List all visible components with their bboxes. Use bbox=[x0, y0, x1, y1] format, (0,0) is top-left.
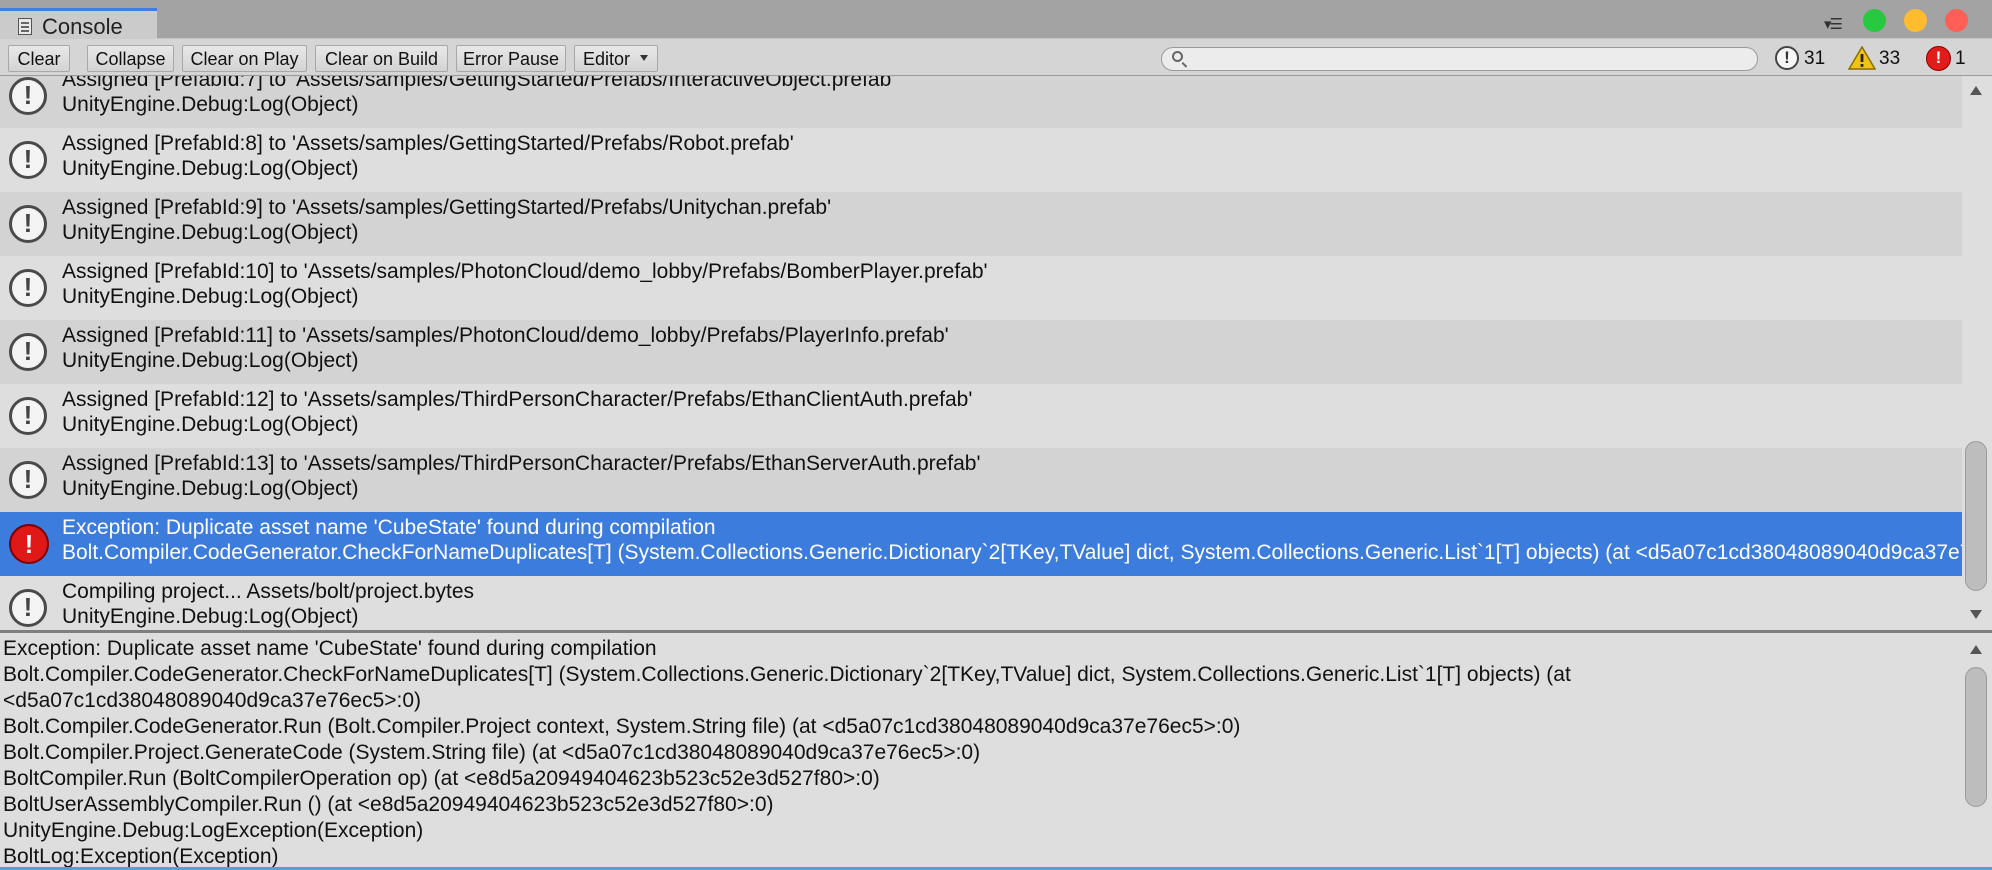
log-message: Assigned [PrefabId:8] to 'Assets/samples… bbox=[62, 132, 794, 155]
info-icon: ! bbox=[9, 589, 47, 627]
warning-count-toggle[interactable]: 33 bbox=[1848, 44, 1914, 74]
log-message: Compiling project... Assets/bolt/project… bbox=[62, 580, 475, 603]
info-icon: ! bbox=[9, 77, 47, 115]
info-icon: ! bbox=[9, 397, 47, 435]
tab-console[interactable]: Console bbox=[0, 8, 157, 39]
search-icon bbox=[1172, 51, 1183, 62]
search-input[interactable] bbox=[1192, 48, 1742, 70]
log-stacktrace: UnityEngine.Debug:Log(Object) bbox=[62, 221, 359, 244]
editor-dropdown-label: Editor bbox=[583, 49, 631, 69]
search-field[interactable] bbox=[1161, 47, 1758, 71]
log-stacktrace: UnityEngine.Debug:Log(Object) bbox=[62, 285, 359, 308]
console-icon bbox=[18, 18, 32, 35]
log-entry[interactable]: ! Compiling project... Assets/bolt/proje… bbox=[0, 576, 1962, 630]
log-stacktrace: Bolt.Compiler.CodeGenerator.CheckForName… bbox=[62, 541, 1962, 564]
detail-line: Exception: Duplicate asset name 'CubeSta… bbox=[3, 637, 657, 660]
info-icon: ! bbox=[9, 141, 47, 179]
title-bar: Console ▾☰ bbox=[0, 0, 1992, 39]
detail-line: Bolt.Compiler.CodeGenerator.CheckForName… bbox=[3, 663, 1571, 686]
minimize-button[interactable] bbox=[1904, 9, 1927, 32]
detail-line: Bolt.Compiler.CodeGenerator.Run (Bolt.Co… bbox=[3, 715, 1241, 738]
window-menu-icon[interactable]: ▾☰ bbox=[1824, 15, 1843, 33]
log-stacktrace: UnityEngine.Debug:Log(Object) bbox=[62, 413, 359, 436]
scrollbar-thumb[interactable] bbox=[1965, 441, 1987, 591]
log-message: Assigned [PrefabId:9] to 'Assets/samples… bbox=[62, 196, 832, 219]
log-entry[interactable]: ! Assigned [PrefabId:13] to 'Assets/samp… bbox=[0, 448, 1962, 512]
zoom-button[interactable] bbox=[1863, 9, 1886, 32]
log-list: ! Assigned [PrefabId:7] to 'Assets/sampl… bbox=[0, 76, 1962, 630]
detail-scrollbar[interactable] bbox=[1962, 633, 1992, 867]
log-message: Exception: Duplicate asset name 'CubeSta… bbox=[62, 516, 716, 539]
info-icon: ! bbox=[9, 269, 47, 307]
collapse-toggle[interactable]: Collapse bbox=[87, 45, 174, 72]
detail-line: Bolt.Compiler.Project.GenerateCode (Syst… bbox=[3, 741, 981, 764]
info-icon: ! bbox=[1775, 46, 1799, 70]
log-message: Assigned [PrefabId:7] to 'Assets/samples… bbox=[62, 76, 896, 91]
info-icon: ! bbox=[9, 205, 47, 243]
editor-dropdown[interactable]: Editor bbox=[574, 45, 658, 72]
clear-on-build-toggle[interactable]: Clear on Build bbox=[315, 45, 448, 72]
log-message: Assigned [PrefabId:12] to 'Assets/sample… bbox=[62, 388, 973, 411]
detail-line: UnityEngine.Debug:LogException(Exception… bbox=[3, 819, 424, 842]
close-button[interactable] bbox=[1945, 9, 1968, 32]
log-entry[interactable]: ! Assigned [PrefabId:9] to 'Assets/sampl… bbox=[0, 192, 1962, 256]
detail-line: BoltLog:Exception(Exception) bbox=[3, 845, 279, 868]
log-message: Assigned [PrefabId:11] to 'Assets/sample… bbox=[62, 324, 949, 347]
scroll-up-arrow-icon[interactable] bbox=[1970, 86, 1982, 95]
log-stacktrace: UnityEngine.Debug:Log(Object) bbox=[62, 349, 359, 372]
detail-line: <d5a07c1cd38048089040d9ca37e76ec5>:0) bbox=[3, 689, 422, 712]
log-entry-selected[interactable]: ! Exception: Duplicate asset name 'CubeS… bbox=[0, 512, 1962, 576]
scroll-up-arrow-icon[interactable] bbox=[1970, 645, 1982, 654]
clear-button[interactable]: Clear bbox=[8, 45, 70, 72]
info-icon: ! bbox=[9, 333, 47, 371]
clear-on-play-toggle[interactable]: Clear on Play bbox=[182, 45, 307, 72]
log-entry[interactable]: ! Assigned [PrefabId:8] to 'Assets/sampl… bbox=[0, 128, 1962, 192]
scroll-down-arrow-icon[interactable] bbox=[1970, 610, 1982, 619]
log-message: Assigned [PrefabId:10] to 'Assets/sample… bbox=[62, 260, 988, 283]
log-stacktrace: UnityEngine.Debug:Log(Object) bbox=[62, 477, 359, 500]
log-entry[interactable]: ! Assigned [PrefabId:11] to 'Assets/samp… bbox=[0, 320, 1962, 384]
detail-line: BoltCompiler.Run (BoltCompilerOperation … bbox=[3, 767, 880, 790]
detail-line: BoltUserAssemblyCompiler.Run () (at <e8d… bbox=[3, 793, 774, 816]
error-count-toggle[interactable]: ! 1 bbox=[1924, 44, 1974, 74]
log-stacktrace: UnityEngine.Debug:Log(Object) bbox=[62, 157, 359, 180]
info-count: 31 bbox=[1804, 48, 1826, 69]
log-entry[interactable]: ! Assigned [PrefabId:10] to 'Assets/samp… bbox=[0, 256, 1962, 320]
error-icon: ! bbox=[1926, 46, 1951, 71]
log-stacktrace: UnityEngine.Debug:Log(Object) bbox=[62, 93, 359, 116]
info-icon: ! bbox=[9, 461, 47, 499]
stacktrace-detail: Exception: Duplicate asset name 'CubeSta… bbox=[0, 633, 1962, 870]
log-stacktrace: UnityEngine.Debug:Log(Object) bbox=[62, 605, 359, 628]
warning-count: 33 bbox=[1879, 48, 1901, 69]
log-entry[interactable]: ! Assigned [PrefabId:12] to 'Assets/samp… bbox=[0, 384, 1962, 448]
error-pause-toggle[interactable]: Error Pause bbox=[456, 45, 566, 72]
tab-label: Console bbox=[42, 14, 123, 39]
info-count-toggle[interactable]: ! 31 bbox=[1773, 44, 1836, 74]
scrollbar-thumb[interactable] bbox=[1965, 667, 1987, 807]
error-icon: ! bbox=[9, 524, 49, 564]
chevron-down-icon bbox=[640, 55, 649, 62]
log-message: Assigned [PrefabId:13] to 'Assets/sample… bbox=[62, 452, 981, 475]
log-entry[interactable]: ! Assigned [PrefabId:7] to 'Assets/sampl… bbox=[0, 76, 1962, 128]
log-list-scrollbar[interactable] bbox=[1962, 76, 1992, 630]
error-count: 1 bbox=[1955, 48, 1966, 69]
warning-icon bbox=[1848, 46, 1876, 70]
